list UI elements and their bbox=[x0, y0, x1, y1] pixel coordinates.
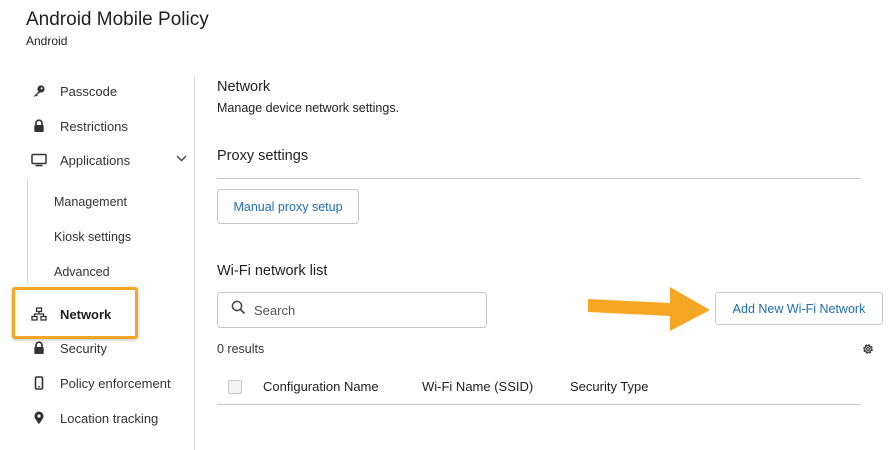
sidebar-item-label: Location tracking bbox=[60, 410, 159, 426]
sidebar-item-network[interactable]: Network bbox=[30, 302, 111, 326]
lock-icon bbox=[30, 117, 48, 135]
arrow-annotation-icon bbox=[588, 287, 710, 331]
add-new-wifi-network-button[interactable]: Add New Wi-Fi Network bbox=[715, 292, 883, 325]
sidebar-item-label: Restrictions bbox=[60, 118, 128, 134]
phone-icon bbox=[30, 374, 48, 392]
search-icon bbox=[231, 300, 246, 320]
map-pin-icon bbox=[30, 409, 48, 427]
monitor-icon bbox=[30, 151, 48, 169]
manual-proxy-setup-button[interactable]: Manual proxy setup bbox=[217, 189, 359, 224]
table-header-divider bbox=[217, 404, 861, 405]
column-header-wifi-name[interactable]: Wi-Fi Name (SSID) bbox=[422, 379, 533, 394]
sidebar-item-label: Passcode bbox=[60, 83, 118, 99]
section-description: Manage device network settings. bbox=[217, 101, 400, 115]
network-icon bbox=[30, 305, 48, 323]
results-count: 0 results bbox=[217, 342, 265, 356]
sidebar-item-label: Policy enforcement bbox=[60, 375, 171, 391]
gear-icon[interactable] bbox=[861, 342, 875, 361]
search-box[interactable] bbox=[217, 292, 487, 328]
proxy-divider bbox=[217, 178, 861, 179]
sidebar-item-policy-enforcement[interactable]: Policy enforcement bbox=[30, 371, 171, 395]
select-all-checkbox[interactable] bbox=[228, 380, 242, 394]
chevron-down-icon[interactable] bbox=[175, 152, 188, 170]
column-header-security-type[interactable]: Security Type bbox=[570, 379, 649, 394]
sidebar-item-applications[interactable]: Applications bbox=[30, 148, 130, 172]
sidebar-item-location-tracking[interactable]: Location tracking bbox=[30, 406, 158, 430]
sidebar-item-label: Security bbox=[60, 340, 107, 356]
search-input[interactable] bbox=[254, 302, 474, 318]
proxy-settings-heading: Proxy settings bbox=[217, 148, 309, 164]
table-header: Configuration Name Wi-Fi Name (SSID) Sec… bbox=[217, 372, 861, 402]
column-header-configuration-name[interactable]: Configuration Name bbox=[263, 379, 379, 394]
key-icon bbox=[30, 82, 48, 100]
sidebar-divider bbox=[194, 76, 195, 450]
lock-icon bbox=[30, 339, 48, 357]
sidebar-item-security[interactable]: Security bbox=[30, 336, 107, 360]
sidebar-subitem-management[interactable]: Management bbox=[54, 195, 127, 209]
sidebar: Passcode Restrictions Applications Manag… bbox=[0, 0, 195, 450]
section-title-network: Network bbox=[217, 79, 271, 95]
sidebar-item-restrictions[interactable]: Restrictions bbox=[30, 114, 128, 138]
sidebar-item-label: Network bbox=[60, 306, 112, 322]
wifi-list-heading: Wi-Fi network list bbox=[217, 263, 328, 279]
sidebar-subitem-advanced[interactable]: Advanced bbox=[54, 265, 110, 279]
subnav-divider bbox=[27, 180, 28, 284]
sidebar-item-passcode[interactable]: Passcode bbox=[30, 79, 117, 103]
sidebar-item-label: Applications bbox=[60, 152, 131, 168]
sidebar-subitem-kiosk-settings[interactable]: Kiosk settings bbox=[54, 230, 131, 244]
